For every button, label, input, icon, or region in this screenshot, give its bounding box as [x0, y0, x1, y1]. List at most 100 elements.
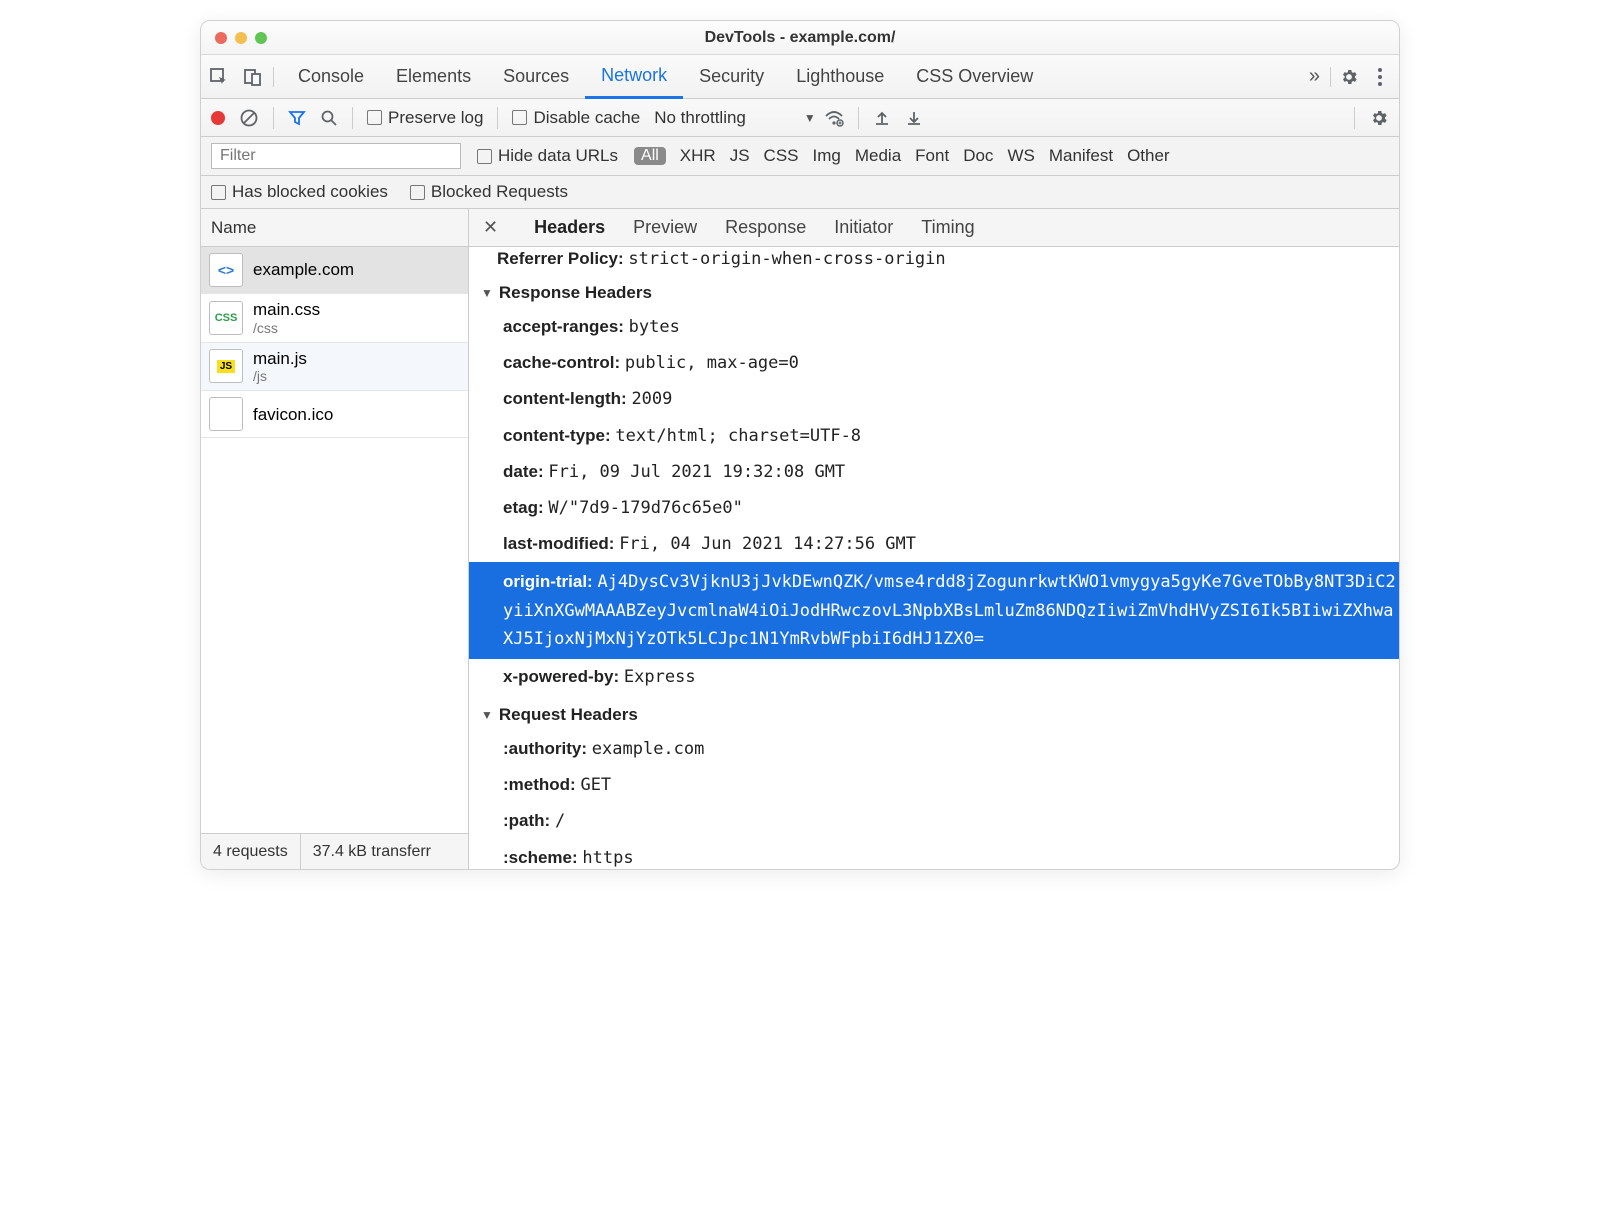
- has-blocked-cookies-checkbox[interactable]: Has blocked cookies: [211, 182, 388, 202]
- disable-cache-checkbox[interactable]: Disable cache: [512, 108, 640, 128]
- status-requests: 4 requests: [201, 834, 301, 869]
- request-row[interactable]: favicon.ico: [201, 391, 468, 438]
- settings-gear-icon[interactable]: [1339, 67, 1359, 87]
- type-filter-img[interactable]: Img: [813, 146, 841, 166]
- header-key: content-length:: [503, 389, 627, 408]
- blocked-requests-checkbox[interactable]: Blocked Requests: [410, 182, 568, 202]
- request-row[interactable]: <> example.com: [201, 247, 468, 294]
- tab-elements[interactable]: Elements: [380, 55, 487, 99]
- request-name: main.css: [253, 300, 320, 320]
- network-settings-gear-icon[interactable]: [1369, 108, 1389, 128]
- detail-tab-timing[interactable]: Timing: [921, 217, 974, 238]
- type-filter-all[interactable]: All: [634, 147, 666, 165]
- close-detail-icon[interactable]: ✕: [475, 217, 506, 238]
- type-filter-js[interactable]: JS: [730, 146, 750, 166]
- preserve-log-checkbox[interactable]: Preserve log: [367, 108, 483, 128]
- inspect-element-icon[interactable]: [209, 67, 229, 87]
- request-list: <> example.comCSS main.css/cssJS main.js…: [201, 247, 468, 833]
- request-headers-label: Request Headers: [499, 705, 638, 725]
- filter-bar-2: Has blocked cookies Blocked Requests: [201, 176, 1399, 209]
- network-conditions-icon[interactable]: [824, 108, 844, 128]
- name-column-header[interactable]: Name: [201, 209, 468, 247]
- header-row[interactable]: cache-control: public, max-age=0: [469, 345, 1399, 381]
- header-key: :authority:: [503, 739, 587, 758]
- file-type-icon: CSS: [209, 301, 243, 335]
- header-row[interactable]: :method: GET: [469, 767, 1399, 803]
- header-key: etag:: [503, 498, 544, 517]
- header-row[interactable]: etag: W/"7d9-179d76c65e0": [469, 490, 1399, 526]
- record-button[interactable]: [211, 111, 225, 125]
- type-filter-doc[interactable]: Doc: [963, 146, 993, 166]
- detail-tab-headers[interactable]: Headers: [534, 217, 605, 238]
- type-filter-other[interactable]: Other: [1127, 146, 1170, 166]
- header-key: origin-trial:: [503, 572, 593, 591]
- header-row[interactable]: :path: /: [469, 803, 1399, 839]
- device-toggle-icon[interactable]: [243, 67, 263, 87]
- throttling-select[interactable]: No throttling ▼: [654, 108, 844, 128]
- disable-cache-label: Disable cache: [533, 108, 640, 128]
- window-title: DevTools - example.com/: [201, 29, 1399, 47]
- header-value: Fri, 09 Jul 2021 19:32:08 GMT: [548, 462, 845, 482]
- clear-icon[interactable]: [239, 108, 259, 128]
- tab-security[interactable]: Security: [683, 55, 780, 99]
- upload-har-icon[interactable]: [873, 109, 891, 127]
- hide-data-urls-checkbox[interactable]: Hide data URLs: [477, 146, 618, 166]
- header-value: Aj4DysCv3VjknU3jJvkDEwnQZK/vmse4rdd8jZog…: [503, 572, 1396, 648]
- header-row[interactable]: content-type: text/html; charset=UTF-8: [469, 418, 1399, 454]
- type-filter-css[interactable]: CSS: [764, 146, 799, 166]
- has-blocked-cookies-label: Has blocked cookies: [232, 182, 388, 202]
- tab-css-overview[interactable]: CSS Overview: [900, 55, 1049, 99]
- request-headers-section[interactable]: ▼ Request Headers: [469, 695, 1399, 731]
- header-value: GET: [580, 775, 611, 795]
- tab-network[interactable]: Network: [585, 55, 683, 99]
- type-filter-font[interactable]: Font: [915, 146, 949, 166]
- tab-console[interactable]: Console: [282, 55, 380, 99]
- type-filter-media[interactable]: Media: [855, 146, 901, 166]
- tab-sources[interactable]: Sources: [487, 55, 585, 99]
- header-value: strict-origin-when-cross-origin: [628, 249, 945, 269]
- download-har-icon[interactable]: [905, 109, 923, 127]
- header-row[interactable]: accept-ranges: bytes: [469, 309, 1399, 345]
- request-row[interactable]: JS main.js/js: [201, 343, 468, 392]
- header-row[interactable]: :authority: example.com: [469, 731, 1399, 767]
- header-row[interactable]: origin-trial: Aj4DysCv3VjknU3jJvkDEwnQZK…: [469, 562, 1399, 659]
- type-filter-manifest[interactable]: Manifest: [1049, 146, 1113, 166]
- filter-funnel-icon[interactable]: [288, 109, 306, 127]
- header-key: cache-control:: [503, 353, 620, 372]
- tab-lighthouse[interactable]: Lighthouse: [780, 55, 900, 99]
- detail-tab-response[interactable]: Response: [725, 217, 806, 238]
- header-value: example.com: [592, 739, 705, 759]
- header-row[interactable]: date: Fri, 09 Jul 2021 19:32:08 GMT: [469, 454, 1399, 490]
- blocked-requests-label: Blocked Requests: [431, 182, 568, 202]
- type-filter-ws[interactable]: WS: [1007, 146, 1034, 166]
- filter-input[interactable]: [211, 143, 461, 169]
- disclosure-triangle-icon: ▼: [481, 708, 493, 722]
- status-transfer: 37.4 kB transferr: [301, 834, 443, 869]
- header-row[interactable]: x-powered-by: Express: [469, 659, 1399, 695]
- header-key: Referrer Policy:: [497, 249, 624, 268]
- header-value: W/"7d9-179d76c65e0": [548, 498, 742, 518]
- file-type-icon: JS: [209, 349, 243, 383]
- detail-tab-initiator[interactable]: Initiator: [834, 217, 893, 238]
- preserve-log-label: Preserve log: [388, 108, 483, 128]
- kebab-menu-icon[interactable]: [1377, 67, 1383, 87]
- content-panes: Name <> example.comCSS main.css/cssJS ma…: [201, 209, 1399, 869]
- detail-tab-preview[interactable]: Preview: [633, 217, 697, 238]
- request-row[interactable]: CSS main.css/css: [201, 294, 468, 343]
- header-row: Referrer Policy: strict-origin-when-cros…: [469, 247, 1399, 273]
- devtools-window: DevTools - example.com/ ConsoleElementsS…: [200, 20, 1400, 870]
- disclosure-triangle-icon: ▼: [481, 286, 493, 300]
- status-bar: 4 requests 37.4 kB transferr: [201, 833, 468, 869]
- search-icon[interactable]: [320, 109, 338, 127]
- header-key: accept-ranges:: [503, 317, 624, 336]
- response-headers-section[interactable]: ▼ Response Headers: [469, 273, 1399, 309]
- header-row[interactable]: last-modified: Fri, 04 Jun 2021 14:27:56…: [469, 526, 1399, 562]
- more-tabs-icon[interactable]: »: [1299, 65, 1330, 88]
- request-name: main.js: [253, 349, 307, 369]
- header-key: content-type:: [503, 426, 611, 445]
- header-row[interactable]: content-length: 2009: [469, 381, 1399, 417]
- type-filter-xhr[interactable]: XHR: [680, 146, 716, 166]
- request-path: /js: [253, 368, 307, 384]
- header-row[interactable]: :scheme: https: [469, 840, 1399, 869]
- detail-tabs: ✕ Headers Preview Response Initiator Timing: [469, 209, 1399, 247]
